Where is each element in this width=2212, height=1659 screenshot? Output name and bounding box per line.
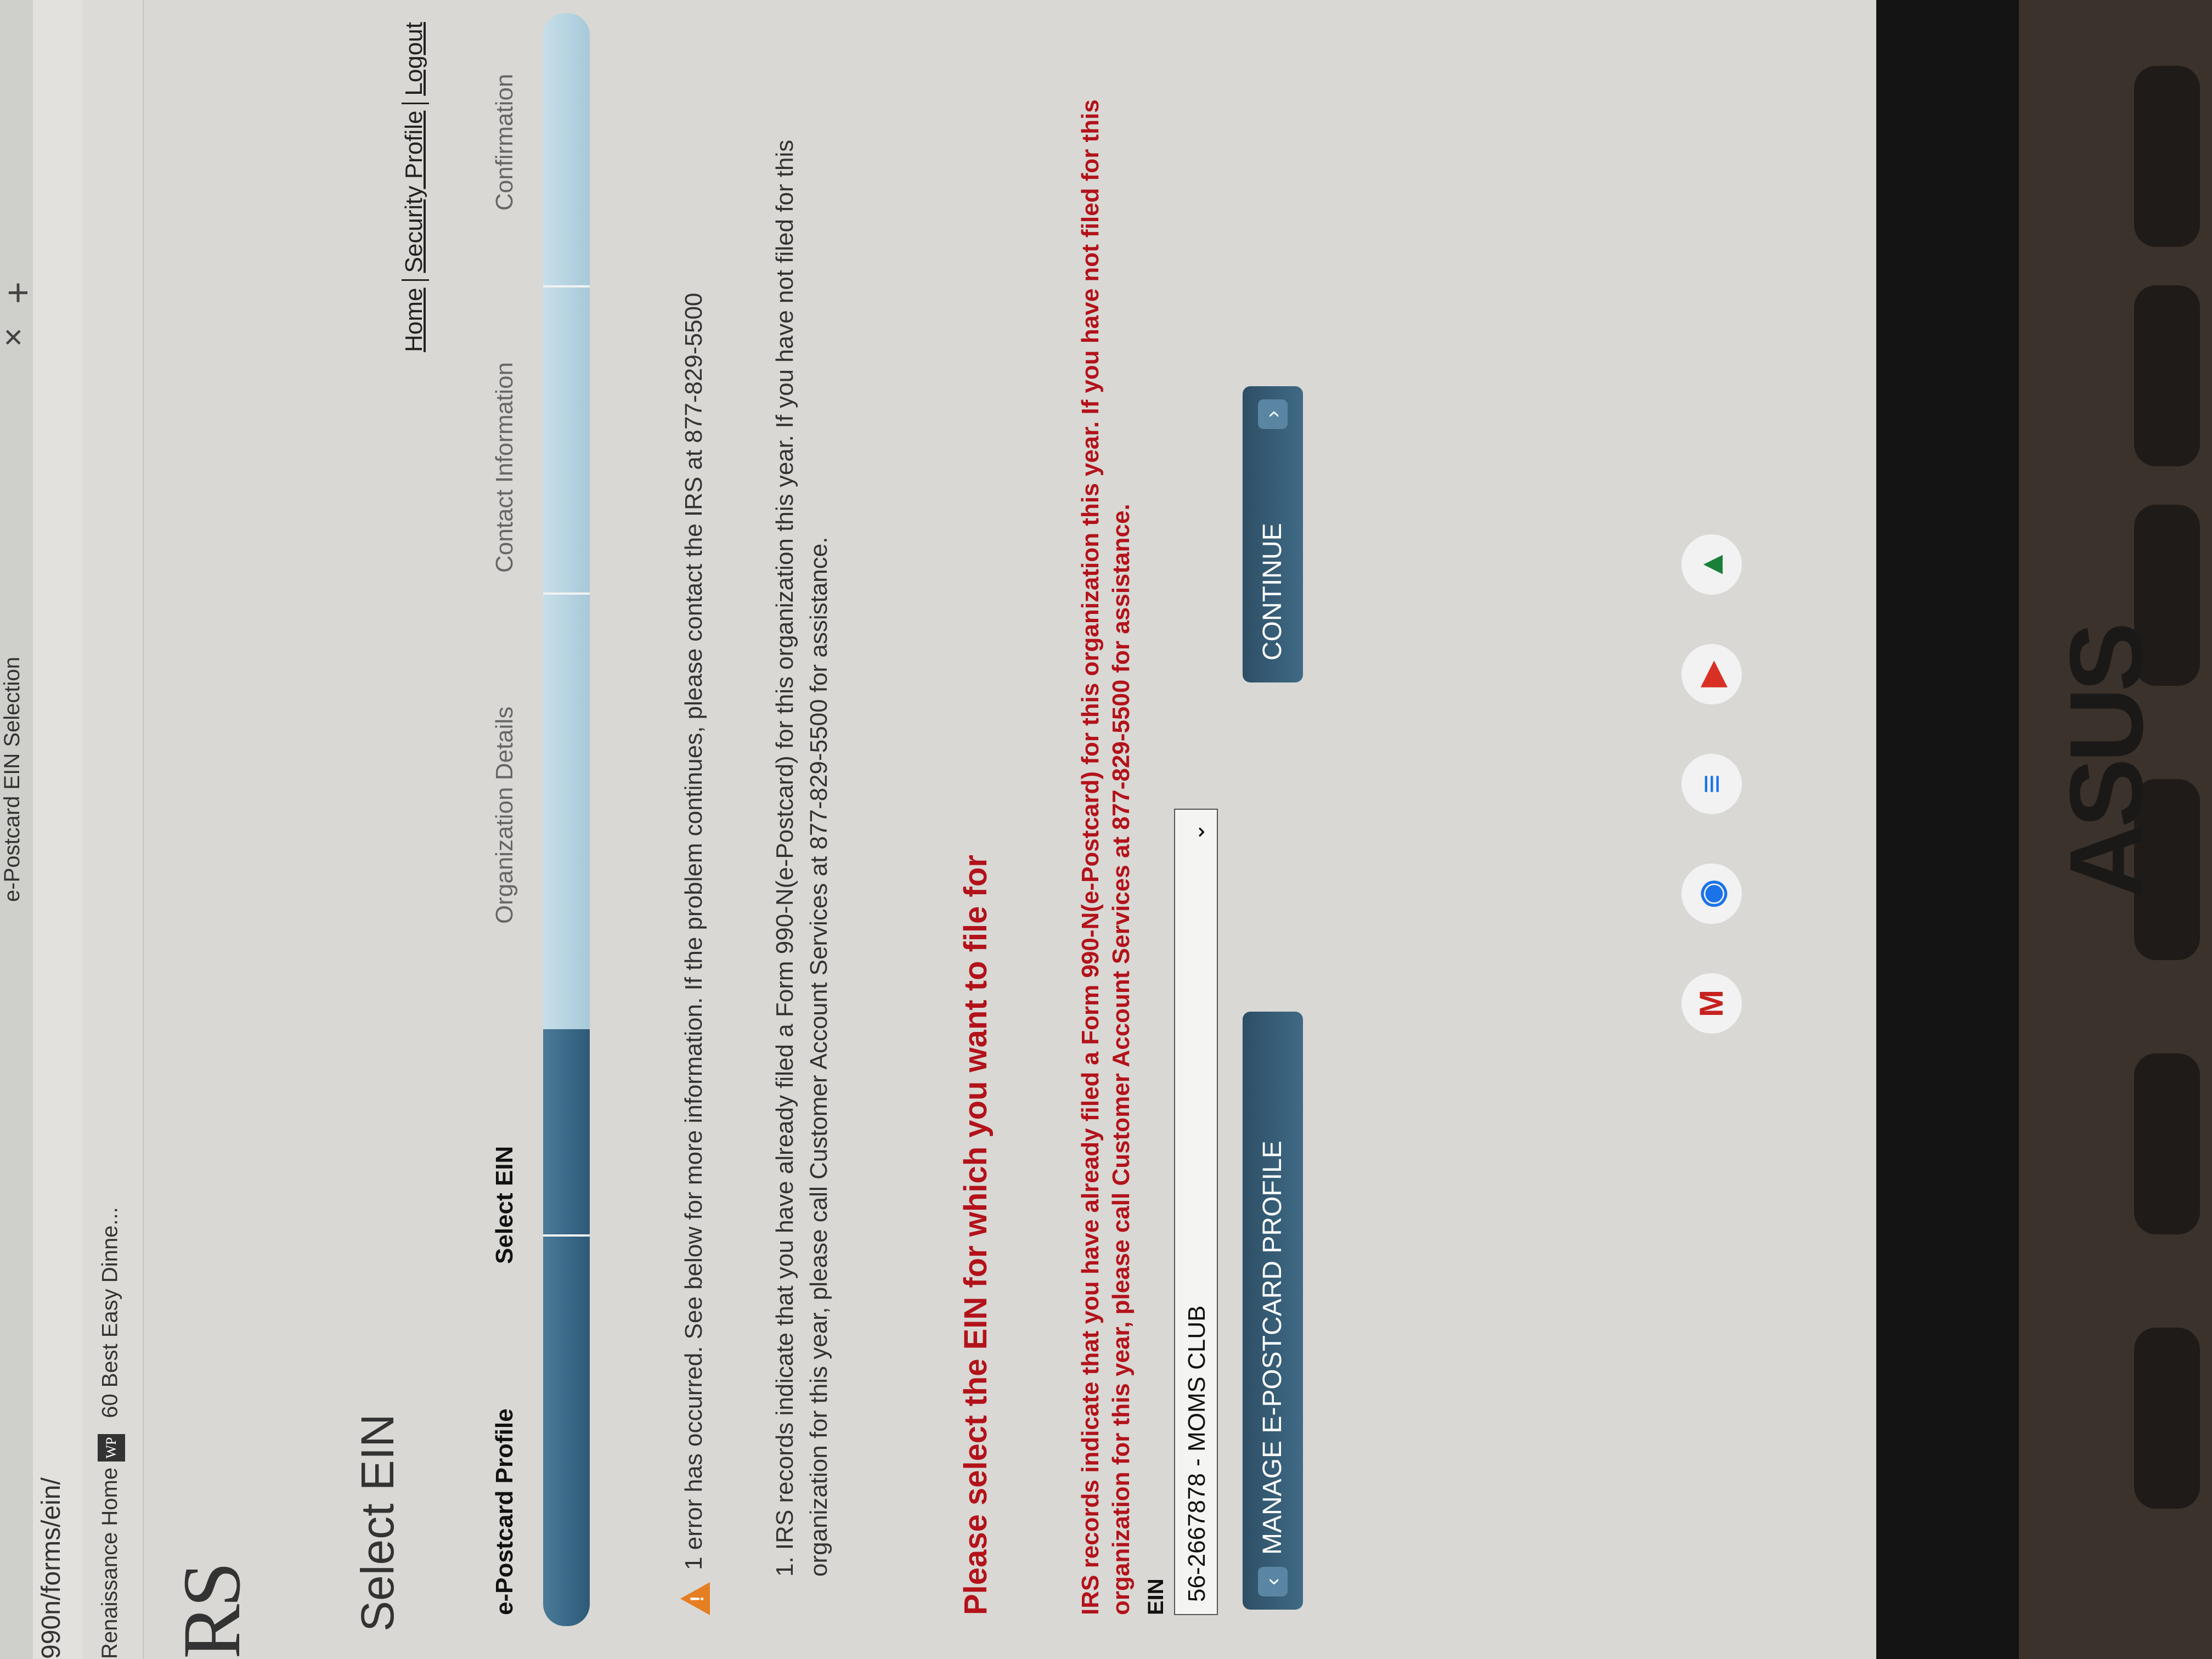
step-organization-details: Organization Details [491, 706, 518, 924]
step-eposcard-profile: e-Postcard Profile [491, 1408, 518, 1615]
keyboard-key [2134, 1328, 2200, 1509]
bookmarks-bar: Renaissance Home WP 60 Best Easy Dinne..… [82, 0, 144, 1659]
chevron-down-icon: ⌄ [1185, 823, 1209, 842]
close-tab-icon[interactable]: ✕ [0, 326, 29, 348]
url-text: 990n/forms/ein/ [37, 1477, 66, 1659]
step-contact-information: Contact Information [491, 362, 518, 573]
select-ein-heading: Please select the EIN for which you want… [958, 855, 994, 1615]
irs-logo: RS [166, 1565, 257, 1659]
docs-icon[interactable]: ≡ [1681, 754, 1742, 814]
manage-eposcard-profile-button[interactable]: ‹ MANAGE E-POSTCARD PROFILE [1243, 1012, 1303, 1610]
bookmark-label: 60 Best Easy Dinne... [98, 1207, 122, 1418]
address-bar[interactable]: 990n/forms/ein/ [33, 0, 82, 1659]
top-links: Home Security Profile Logout [400, 22, 430, 352]
progress-divider [543, 285, 590, 287]
continue-button-label: CONTINUE [1258, 523, 1287, 661]
laptop-screen: e-Postcard EIN Selection ✕ + 990n/forms/… [0, 0, 1876, 1659]
chevron-left-icon: ‹ [1258, 1567, 1288, 1596]
progress-bar [543, 13, 590, 1626]
laptop-bezel [1876, 0, 2019, 1659]
progress-fill [543, 1029, 590, 1626]
page-title: Select EIN [352, 1414, 403, 1632]
ein-dropdown[interactable]: 56-2667878 - MOMS CLUB ⌄ [1174, 809, 1218, 1615]
link-divider [402, 279, 430, 281]
home-link[interactable]: Home [400, 287, 427, 352]
drive-icon[interactable]: ▲ [1681, 534, 1742, 595]
brand-text: ASUS [2049, 627, 2165, 899]
security-profile-link[interactable]: Security Profile [400, 111, 427, 273]
field-error-message: IRS records indicate that you have alrea… [1077, 99, 1135, 1615]
asus-logo: ASUS [2024, 627, 2189, 899]
ein-selected-value: 56-2667878 - MOMS CLUB [1183, 1305, 1210, 1602]
bookmark-label: Renaissance Home [98, 1467, 122, 1659]
error-item: 1. IRS records indicate that you have al… [771, 139, 832, 1577]
step-labels: e-Postcard Profile Select EIN Organizati… [491, 74, 524, 1615]
logout-link[interactable]: Logout [400, 22, 427, 96]
keyboard-key [2134, 66, 2200, 247]
youtube-icon[interactable]: ▶ [1681, 644, 1742, 704]
error-summary-text: 1 error has occurred. See below for more… [680, 292, 707, 1570]
tab-title[interactable]: e-Postcard EIN Selection [0, 657, 25, 902]
ein-label: EIN [1144, 1578, 1168, 1615]
step-select-ein: Select EIN [491, 1146, 518, 1264]
wp-icon: WP [98, 1434, 125, 1462]
error-summary: ! 1 error has occurred. See below for mor… [680, 293, 710, 1615]
gmail-icon[interactable]: M [1681, 973, 1742, 1034]
tab-strip: e-Postcard EIN Selection ✕ + [0, 0, 39, 1659]
manage-button-label: MANAGE E-POSTCARD PROFILE [1258, 1141, 1287, 1555]
keyboard-key [2134, 285, 2200, 466]
step-confirmation: Confirmation [491, 74, 518, 211]
os-shelf [1657, 0, 1876, 1659]
error-list: 1. IRS records indicate that you have al… [768, 95, 836, 1577]
warning-icon: ! [680, 1582, 710, 1615]
progress-divider [543, 592, 590, 595]
bookmark-easy-dinners[interactable]: WP 60 Best Easy Dinne... [98, 1207, 125, 1462]
chrome-icon[interactable]: ◉ [1681, 864, 1742, 924]
progress-divider [543, 1234, 590, 1237]
bookmark-renaissance-home[interactable]: Renaissance Home [98, 1468, 122, 1659]
keyboard-key [2134, 1053, 2200, 1234]
continue-button[interactable]: CONTINUE › [1243, 386, 1303, 682]
link-divider [402, 102, 430, 104]
chevron-right-icon: › [1258, 399, 1288, 429]
